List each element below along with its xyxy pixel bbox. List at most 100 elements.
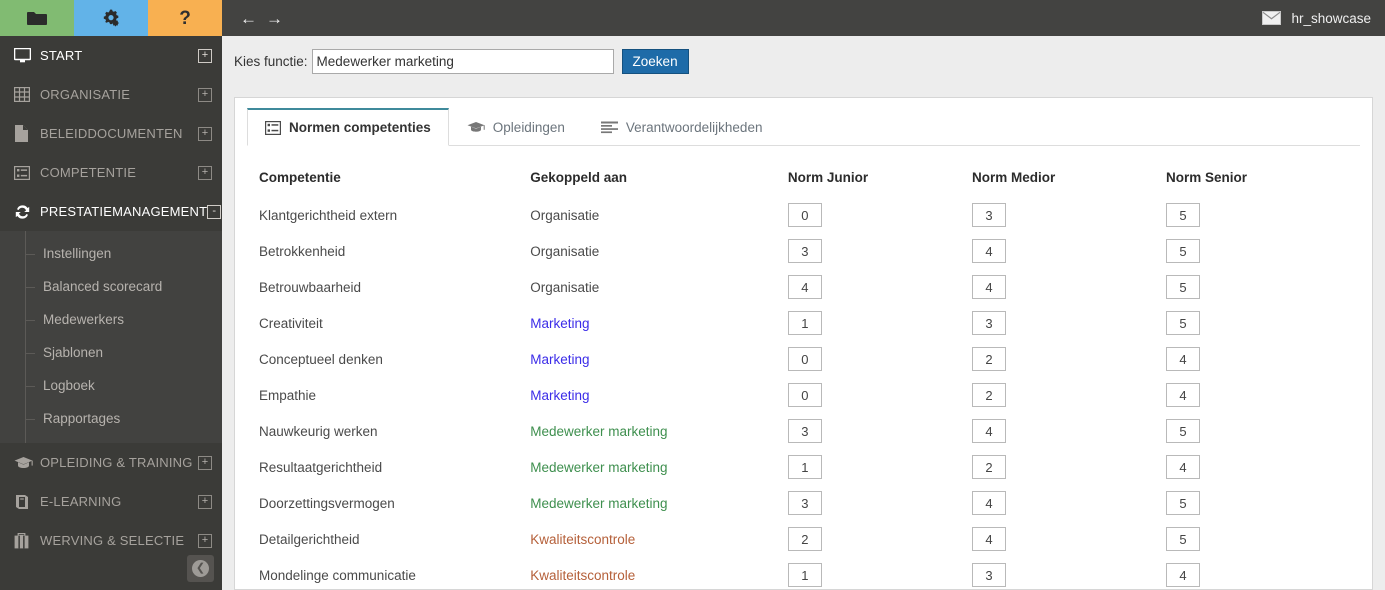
tab-verantwoordelijkheden[interactable]: Verantwoordelijkheden (583, 108, 781, 145)
norm-senior-input[interactable] (1165, 491, 1200, 515)
book-icon (14, 494, 40, 510)
gekoppeld-link[interactable]: Marketing (530, 388, 589, 403)
back-arrow-icon[interactable]: ← (240, 10, 257, 27)
table-row: Klantgerichtheid extern Organisatie (247, 197, 1360, 233)
gekoppeld-link[interactable]: Marketing (530, 316, 589, 331)
sidebar-item-opleiding-training[interactable]: OPLEIDING & TRAINING + (0, 443, 222, 482)
gekoppeld-link[interactable]: Kwaliteitscontrole (530, 532, 635, 547)
sidebar-item-start[interactable]: START + (0, 36, 222, 75)
list-panel-icon (265, 120, 281, 135)
norm-junior-input[interactable] (787, 455, 822, 479)
gekoppeld-text: Organisatie (530, 207, 600, 223)
tab-opleidingen[interactable]: Opleidingen (449, 108, 583, 145)
sidebar-subitem-label: Sjablonen (43, 345, 104, 360)
sidebar-item-competentie[interactable]: COMPETENTIE + (0, 153, 222, 192)
column-header-gekoppeld-aan: Gekoppeld aan (530, 170, 627, 185)
norm-senior-input[interactable] (1165, 347, 1200, 371)
norm-senior-input[interactable] (1165, 563, 1200, 587)
norm-junior-input[interactable] (787, 239, 822, 263)
norm-medior-input[interactable] (971, 275, 1006, 299)
sidebar-subitem-medewerkers[interactable]: Medewerkers (0, 303, 222, 336)
envelope-icon[interactable] (1262, 11, 1282, 25)
norm-junior-input[interactable] (787, 563, 822, 587)
sidebar-subitem-sjablonen[interactable]: Sjablonen (0, 336, 222, 369)
norm-senior-input[interactable] (1165, 383, 1200, 407)
cell-junior (787, 233, 972, 269)
column-header-competentie: Competentie (259, 170, 341, 185)
forward-arrow-icon[interactable]: → (266, 10, 283, 27)
norm-medior-input[interactable] (971, 419, 1006, 443)
norm-senior-input[interactable] (1165, 311, 1200, 335)
sidebar-item-e-learning[interactable]: E-LEARNING + (0, 482, 222, 521)
expand-toggle[interactable]: + (198, 494, 212, 509)
norm-senior-input[interactable] (1165, 527, 1200, 551)
sidebar-item-beleiddocumenten[interactable]: BELEIDDOCUMENTEN + (0, 114, 222, 153)
expand-toggle[interactable]: + (198, 126, 212, 141)
norm-medior-input[interactable] (971, 527, 1006, 551)
top-bar: ← → hr_showcase (222, 0, 1385, 36)
expand-toggle[interactable]: + (198, 533, 212, 548)
norm-junior-input[interactable] (787, 347, 822, 371)
cell-junior (787, 557, 972, 589)
settings-button[interactable] (74, 0, 148, 36)
norm-medior-input[interactable] (971, 491, 1006, 515)
norm-medior-input[interactable] (971, 563, 1006, 587)
list-icon (14, 165, 40, 180)
question-mark-icon: ? (179, 7, 191, 29)
cell-junior (787, 485, 972, 521)
gekoppeld-link[interactable]: Marketing (530, 352, 589, 367)
sidebar-subitem-logboek[interactable]: Logboek (0, 369, 222, 402)
norm-medior-input[interactable] (971, 347, 1006, 371)
gekoppeld-link[interactable]: Kwaliteitscontrole (530, 568, 635, 583)
cell-competentie: Conceptueel denken (259, 351, 383, 367)
panel-inner: Normen competenties Opleidingen Verantwo… (235, 98, 1372, 589)
norm-medior-input[interactable] (971, 311, 1006, 335)
sidebar-subitem-balanced-scorecard[interactable]: Balanced scorecard (0, 270, 222, 303)
expand-toggle[interactable]: + (198, 455, 212, 470)
norm-junior-input[interactable] (787, 527, 822, 551)
expand-toggle[interactable]: + (198, 165, 212, 180)
norm-medior-input[interactable] (971, 383, 1006, 407)
expand-toggle[interactable]: + (198, 87, 212, 102)
tab-normen-competenties[interactable]: Normen competenties (247, 108, 449, 146)
folder-icon (27, 11, 47, 26)
search-button[interactable]: Zoeken (621, 49, 689, 74)
norm-medior-input[interactable] (971, 203, 1006, 227)
norm-senior-input[interactable] (1165, 455, 1200, 479)
user-name[interactable]: hr_showcase (1291, 11, 1371, 26)
function-search-input[interactable] (311, 49, 614, 74)
norm-junior-input[interactable] (787, 203, 822, 227)
cell-competentie: Nauwkeurig werken (259, 423, 378, 439)
norm-junior-input[interactable] (787, 275, 822, 299)
gekoppeld-text: Organisatie (530, 279, 600, 295)
document-icon (14, 125, 40, 142)
norm-senior-input[interactable] (1165, 203, 1200, 227)
norm-medior-input[interactable] (971, 239, 1006, 263)
help-button[interactable]: ? (148, 0, 222, 36)
cell-medior (971, 233, 1166, 269)
cell-junior (787, 305, 972, 341)
norm-junior-input[interactable] (787, 311, 822, 335)
sidebar-subitem-rapportages[interactable]: Rapportages (0, 402, 222, 435)
norm-senior-input[interactable] (1165, 419, 1200, 443)
norm-junior-input[interactable] (787, 383, 822, 407)
navigation-arrows: ← → (240, 10, 283, 27)
gekoppeld-link[interactable]: Medewerker marketing (530, 460, 667, 475)
sidebar-item-organisatie[interactable]: ORGANISATIE + (0, 75, 222, 114)
expand-toggle[interactable]: + (198, 48, 212, 63)
sidebar: ? START + ORGANISATIE + BELEIDDOCUMENTEN… (0, 0, 222, 590)
sidebar-subitem-instellingen[interactable]: Instellingen (0, 237, 222, 270)
gekoppeld-link[interactable]: Medewerker marketing (530, 496, 667, 511)
norm-junior-input[interactable] (787, 491, 822, 515)
norm-senior-input[interactable] (1165, 239, 1200, 263)
sidebar-collapse-button[interactable]: ❮ (187, 555, 214, 582)
application-window: ? START + ORGANISATIE + BELEIDDOCUMENTEN… (0, 0, 1385, 590)
folder-button[interactable] (0, 0, 74, 36)
norm-junior-input[interactable] (787, 419, 822, 443)
sidebar-item-prestatiemanagement[interactable]: PRESTATIEMANAGEMENT - (0, 192, 222, 231)
norm-medior-input[interactable] (971, 455, 1006, 479)
cell-junior (787, 269, 972, 305)
gekoppeld-link[interactable]: Medewerker marketing (530, 424, 667, 439)
collapse-toggle[interactable]: - (207, 204, 222, 219)
norm-senior-input[interactable] (1165, 275, 1200, 299)
